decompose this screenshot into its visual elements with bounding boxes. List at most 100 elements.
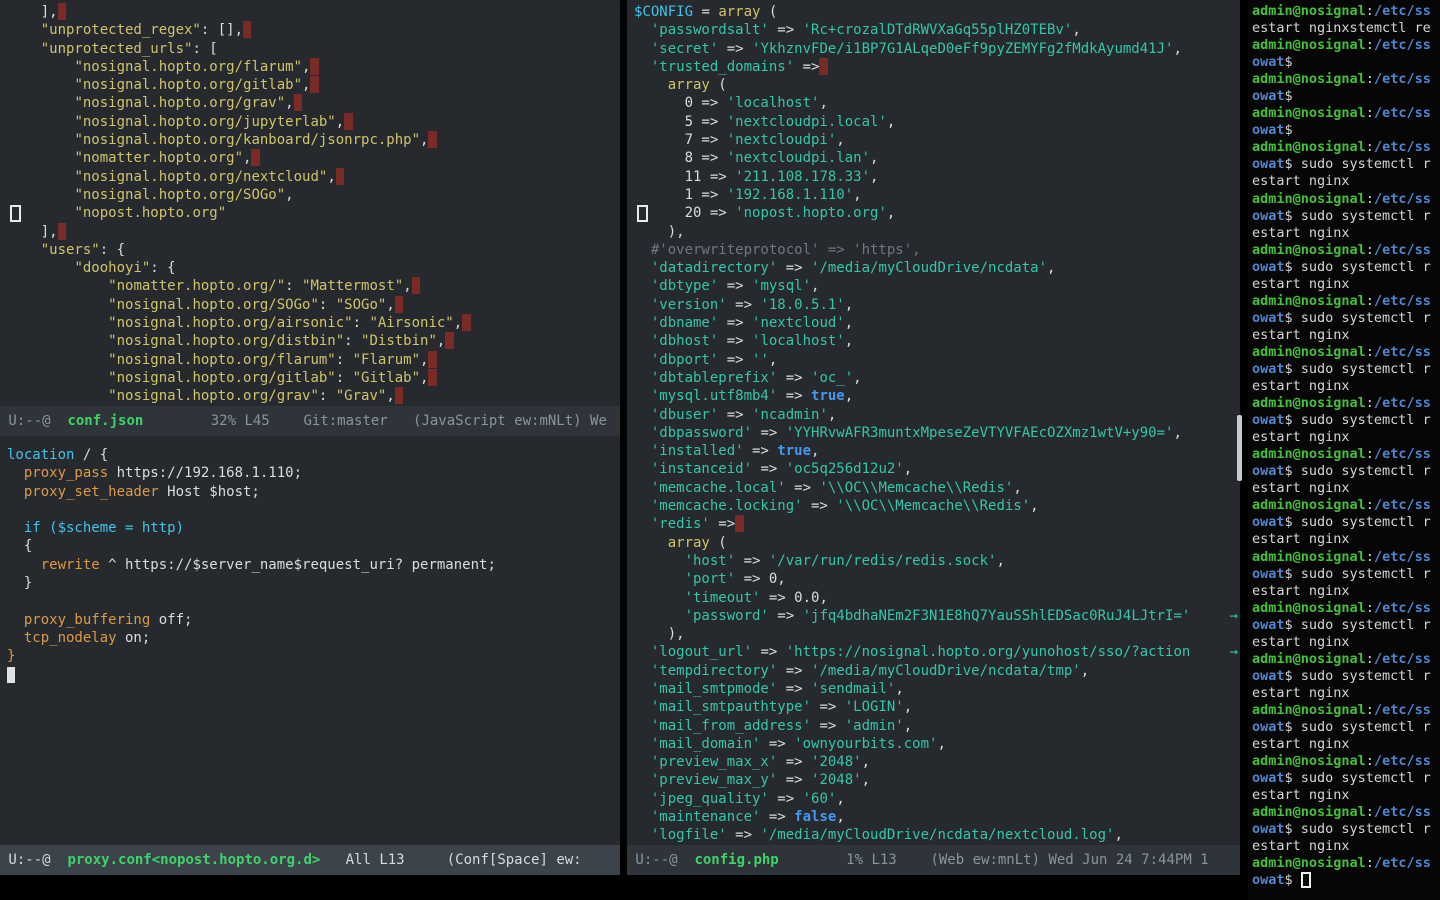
terminal-line: estart nginx [1252, 583, 1440, 600]
modeline-text: 1% L13 (Web ew:mnLt) Wed Jun 24 7:44PM 1 [779, 852, 1209, 868]
text-segment: , [862, 772, 870, 788]
code-line: "nomatter.hopto.org", [7, 149, 620, 167]
text-segment: , [386, 297, 394, 313]
terminal-path: /etc/ss [1374, 242, 1431, 258]
string-segment: "nosignal.hopto.org/SOGo" [108, 297, 319, 313]
text-segment: 8 => [634, 150, 727, 166]
text-segment: => [777, 260, 811, 276]
text-segment: : [319, 297, 336, 313]
string-segment: 'dbtableprefix' [651, 370, 777, 386]
text-segment: : [], [201, 22, 243, 38]
terminal-line: admin@nosignal:/etc/ss [1252, 395, 1440, 412]
code-line: "nopost.hopto.org" [7, 204, 620, 222]
text-segment [634, 699, 651, 715]
code-line: U:--@ conf.json 32% L45 Git:master (Java… [0, 406, 620, 436]
string-segment: "nosignal.hopto.org/nextcloud" [74, 169, 327, 185]
string-segment: 'oc5q256d12u2' [786, 461, 904, 477]
text-segment: on; [117, 630, 151, 646]
text-segment: => [777, 370, 811, 386]
string-segment: "Flarum" [353, 352, 420, 368]
terminal-line: owat$ sudo systemctl r [1252, 208, 1440, 225]
string-segment: 'jfq4bdhaNEm2F3N1E8hQ7YauSShlEDSac0RuJ4L… [803, 608, 1191, 624]
terminal-line: estart nginx [1252, 429, 1440, 446]
text-segment: => [777, 754, 811, 770]
text-segment [634, 352, 651, 368]
terminal-line: owat$ [1252, 54, 1440, 71]
trailing-whitespace-highlight [395, 387, 403, 404]
text-segment [7, 630, 24, 646]
text-segment [634, 681, 651, 697]
terminal-text: $ sudo systemctl r [1285, 156, 1431, 172]
terminal-text: $ [1285, 872, 1301, 888]
terminal-text: $ sudo systemctl r [1285, 514, 1431, 530]
code-line: 'dbname' => 'nextcloud', [634, 314, 1240, 332]
text-segment: , [870, 150, 878, 166]
text-segment: , [386, 388, 394, 404]
code-line: location / { [7, 446, 620, 464]
string-segment: '2048' [811, 754, 862, 770]
code-line: 'timeout' => 0.0, [634, 589, 1240, 607]
terminal-path: owat [1252, 122, 1285, 138]
editor-window-conf-json[interactable]: ], "unprotected_regex": [], "unprotected… [0, 0, 620, 406]
text-segment: , [327, 169, 335, 185]
code-line: "nosignal.hopto.org/jupyterlab", [7, 113, 620, 131]
code-line: ), [634, 223, 1240, 241]
text-segment: : [336, 352, 353, 368]
terminal-user-host: admin@nosignal [1252, 71, 1366, 87]
terminal-line: admin@nosignal:/etc/ss [1252, 549, 1440, 566]
editor-window-proxy-conf[interactable]: location / { proxy_pass https://192.168.… [0, 436, 620, 845]
code-line: 11 => '211.108.178.33', [634, 168, 1240, 186]
code-line [7, 666, 620, 684]
code-line: 'dbhost' => 'localhost', [634, 332, 1240, 350]
text-segment: ( [760, 4, 777, 20]
code-line: 'logout_url' => 'https://nosignal.hopto.… [634, 643, 1240, 661]
string-segment: "nosignal.hopto.org/grav" [74, 95, 285, 111]
text-segment [634, 535, 668, 551]
code-line: "doohoyi": { [7, 259, 620, 277]
terminal-pane[interactable]: admin@nosignal:/etc/ssestart nginxstemct… [1248, 0, 1440, 900]
code-line: 5 => 'nextcloudpi.local', [634, 113, 1240, 131]
text-segment: : { [100, 242, 125, 258]
terminal-path: owat [1252, 872, 1285, 888]
text-segment: , [1173, 41, 1181, 57]
text-segment: , [845, 388, 853, 404]
string-segment: 'nextcloudpi.lan' [727, 150, 870, 166]
code-line: 'tempdirectory' => '/media/myCloudDrive/… [634, 662, 1240, 680]
modeline-conf-json: U:--@ conf.json 32% L45 Git:master (Java… [0, 406, 620, 436]
text-segment: 0 => [634, 95, 727, 111]
terminal-text: $ [1285, 122, 1293, 138]
text-segment: => [786, 480, 820, 496]
text-segment: => [727, 827, 761, 843]
text-segment [7, 114, 74, 130]
terminal-text: estart nginx [1252, 787, 1350, 803]
text-segment: , [1114, 827, 1122, 843]
modeline-text: U:--@ [0, 852, 67, 868]
string-segment: "nosignal.hopto.org/distbin" [108, 333, 344, 349]
terminal-path: owat [1252, 259, 1285, 275]
terminal-scrollbar-thumb[interactable] [1237, 415, 1242, 481]
terminal-text: : [1366, 497, 1374, 513]
terminal-line: owat$ sudo systemctl r [1252, 719, 1440, 736]
text-segment [7, 333, 108, 349]
line-truncation-arrow-icon: → [1230, 643, 1238, 661]
string-segment: 'dbhost' [651, 333, 718, 349]
string-segment: '\\OC\\Memcache\\Redis' [819, 480, 1013, 496]
code-line: "unprotected_regex": [], [7, 21, 620, 39]
code-line: 'dbuser' => 'ncadmin', [634, 406, 1240, 424]
string-segment: 'mail_smtpmode' [651, 681, 777, 697]
editor-window-config-php[interactable]: $CONFIG = array ( 'passwordsalt' => 'Rc+… [627, 0, 1240, 845]
terminal-user-host: admin@nosignal [1252, 549, 1366, 565]
code-line: } [7, 574, 620, 592]
terminal-text: : [1366, 855, 1374, 871]
text-segment: , [836, 791, 844, 807]
string-segment: 'dbname' [651, 315, 718, 331]
text-segment [7, 77, 74, 93]
text-segment: , [811, 278, 819, 294]
text-segment: => [752, 461, 786, 477]
code-line: proxy_set_header Host $host; [7, 483, 620, 501]
text-segment: => [744, 443, 778, 459]
terminal-line: estart nginx [1252, 225, 1440, 242]
string-segment: 'localhost' [727, 95, 820, 111]
terminal-line: admin@nosignal:/etc/ss [1252, 191, 1440, 208]
string-segment: 'dbport' [651, 352, 718, 368]
